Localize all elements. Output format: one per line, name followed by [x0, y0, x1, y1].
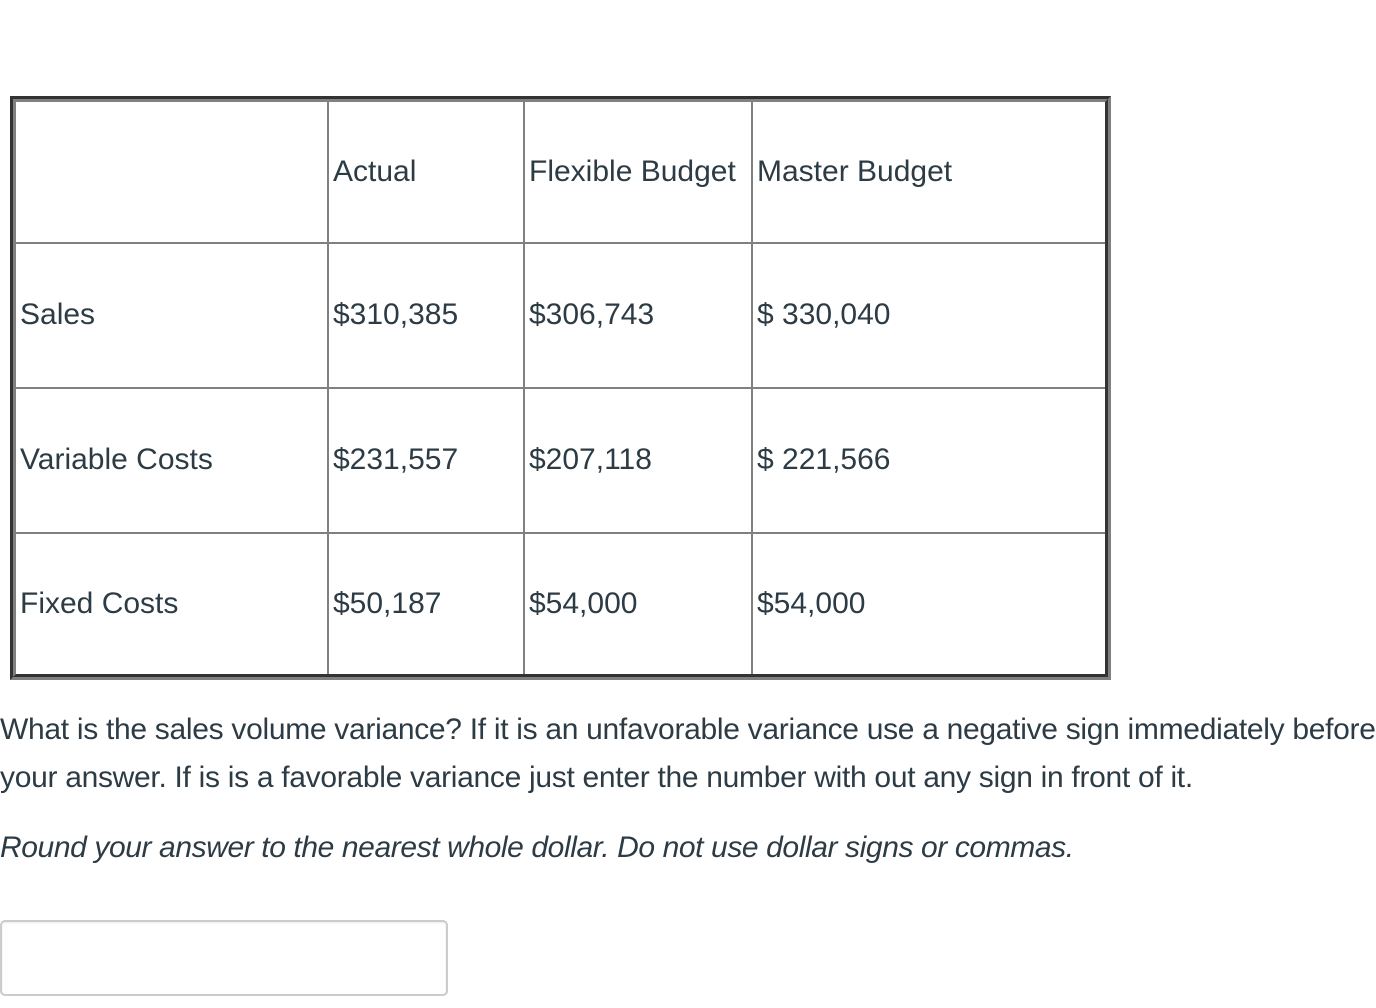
table-row-variable-costs: Variable Costs $231,557 $207,118 $ 221,5…	[16, 386, 1105, 534]
cell-master-budget: $ 221,566	[751, 386, 1105, 534]
header-cell-empty	[16, 102, 329, 244]
row-label: Fixed Costs	[16, 531, 329, 674]
answer-input[interactable]	[0, 920, 448, 996]
cell-master-budget: $54,000	[751, 531, 1105, 674]
cell-flexible-budget: $207,118	[523, 386, 753, 534]
cell-actual: $231,557	[327, 386, 525, 534]
header-cell-flexible-budget: Flexible Budget	[523, 102, 753, 244]
cell-master-budget: $ 330,040	[751, 241, 1105, 389]
row-label: Sales	[16, 241, 329, 389]
budget-table-frame: Actual Flexible Budget Master Budget Sal…	[10, 96, 1111, 680]
rounding-instruction: Round your answer to the nearest whole d…	[0, 831, 1074, 864]
table-header-row: Actual Flexible Budget Master Budget	[16, 102, 1105, 244]
table-row-fixed-costs: Fixed Costs $50,187 $54,000 $54,000	[16, 531, 1105, 674]
cell-actual: $310,385	[327, 241, 525, 389]
table-row-sales: Sales $310,385 $306,743 $ 330,040	[16, 241, 1105, 389]
question-text: What is the sales volume variance? If it…	[0, 713, 1376, 794]
header-cell-actual: Actual	[327, 102, 525, 244]
cell-flexible-budget: $306,743	[523, 241, 753, 389]
row-label: Variable Costs	[16, 386, 329, 534]
budget-table-inner-frame: Actual Flexible Budget Master Budget Sal…	[13, 99, 1108, 677]
budget-table: Actual Flexible Budget Master Budget Sal…	[16, 102, 1105, 674]
header-cell-master-budget: Master Budget	[751, 102, 1105, 244]
cell-actual: $50,187	[327, 531, 525, 674]
cell-flexible-budget: $54,000	[523, 531, 753, 674]
